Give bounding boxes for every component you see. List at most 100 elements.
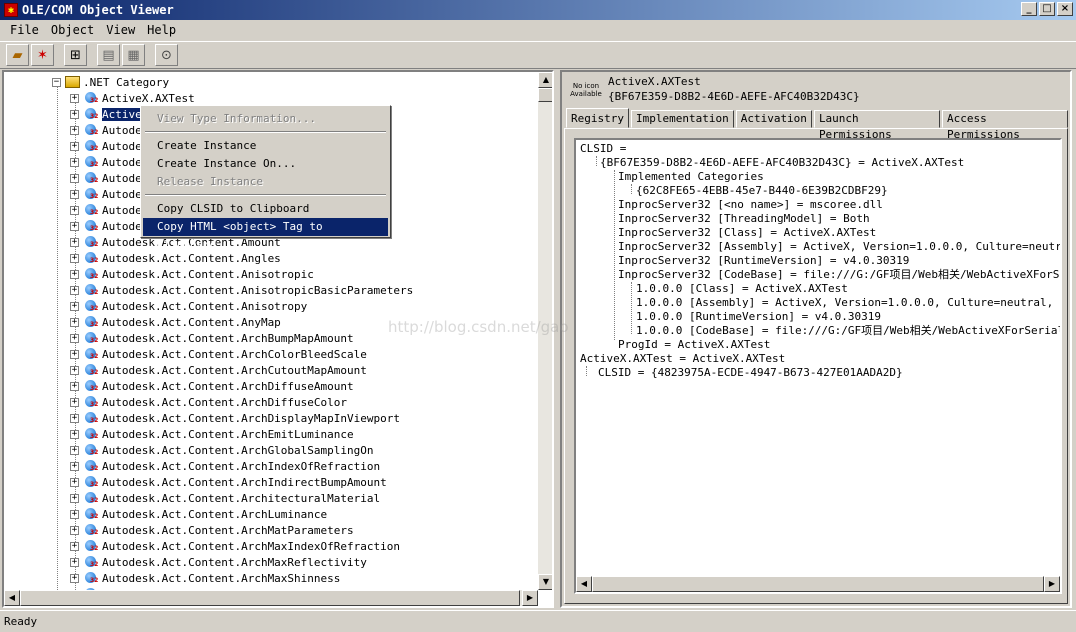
expand-icon[interactable]: + (70, 189, 79, 199)
tree-item[interactable]: +32 Autodesk.Act.Content.ArchDisplayMapIn… (70, 410, 400, 426)
tree-hscrollbar[interactable]: ◀ ▶ (4, 590, 538, 606)
tree-category-row[interactable]: − .NET Category (52, 74, 169, 90)
menu-create-instance-on[interactable]: Create Instance On... (143, 155, 388, 173)
tree-item[interactable]: +32 Autodesk.Act.Content.ArchDiffuseColor (70, 394, 347, 410)
tab-implementation[interactable]: Implementation (630, 110, 734, 128)
tree-item[interactable]: +32 Autodesk.Act.Content.ArchLuminance (70, 506, 327, 522)
registry-entry[interactable]: 1.0.0.0 [Assembly] = ActiveX, Version=1.… (636, 296, 1060, 310)
expand-icon[interactable]: + (70, 493, 79, 503)
registry-entry[interactable]: CLSID = (580, 142, 626, 156)
tree-item[interactable]: +32 Autodesk.Act.Content.ArchDiffuseAmoun… (70, 378, 354, 394)
scroll-down-icon[interactable]: ▼ (538, 574, 552, 590)
expand-icon[interactable]: + (70, 253, 79, 263)
expand-icon[interactable]: + (70, 333, 79, 343)
registry-entry[interactable]: ProgId = ActiveX.AXTest (618, 338, 770, 352)
expand-icon[interactable]: + (70, 509, 79, 519)
release-instance-icon[interactable]: ▦ (122, 44, 145, 66)
expand-icon[interactable]: + (70, 381, 79, 391)
expand-icon[interactable]: + (70, 125, 79, 135)
view-type-lib-icon[interactable]: ✶ (31, 44, 54, 66)
tree-item[interactable]: +32 Autodesk.Act.Content.ArchMatParameter… (70, 522, 354, 538)
registry-entry[interactable]: InprocServer32 [CodeBase] = file:///G:/G… (618, 268, 1060, 282)
registry-entry[interactable]: CLSID = {4823975A-ECDE-4947-B673-427E01A… (598, 366, 903, 380)
menu-copy-html-object-tag[interactable]: Copy HTML <object> Tag to Clipboard (143, 218, 388, 251)
tree-item[interactable]: +32 Autodesk.Act.Content.AnisotropicBasic… (70, 282, 413, 298)
expand-icon[interactable]: + (70, 109, 79, 119)
registry-entry[interactable]: 1.0.0.0 [RuntimeVersion] = v4.0.30319 (636, 310, 881, 324)
menu-view[interactable]: View (100, 23, 141, 37)
tab-launch-permissions[interactable]: Launch Permissions (813, 110, 940, 141)
menu-create-instance[interactable]: Create Instance (143, 137, 388, 155)
expand-icon[interactable]: + (70, 173, 79, 183)
expand-icon[interactable]: + (70, 557, 79, 567)
view-type-info-icon[interactable]: ⊙ (155, 44, 178, 66)
expand-icon[interactable]: + (70, 365, 79, 375)
registry-entry[interactable]: InprocServer32 [Class] = ActiveX.AXTest (618, 226, 876, 240)
bind-to-file-icon[interactable]: ▰ (6, 44, 29, 66)
registry-entry[interactable]: InprocServer32 [Assembly] = ActiveX, Ver… (618, 240, 1060, 254)
registry-entry[interactable]: 1.0.0.0 [CodeBase] = file:///G:/GF项目/Web… (636, 324, 1060, 338)
scroll-up-icon[interactable]: ▲ (538, 72, 552, 88)
menu-file[interactable]: File (4, 23, 45, 37)
registry-entry[interactable]: ActiveX.AXTest = ActiveX.AXTest (580, 352, 785, 366)
maximize-button[interactable]: □ (1039, 2, 1055, 16)
expand-icon[interactable]: + (70, 477, 79, 487)
expand-icon[interactable]: + (70, 349, 79, 359)
tree-item[interactable]: +32 Autodesk.Act.Content.ArchCutoutMapAmo… (70, 362, 367, 378)
expand-icon[interactable]: + (70, 221, 79, 231)
expand-icon[interactable]: + (70, 157, 79, 167)
tree-item[interactable]: +32 Autodesk.Act.Content.ArchBumpMapAmoun… (70, 330, 354, 346)
tree-item[interactable]: +32 Autodesk.Act.Content.ArchMaxReflectiv… (70, 554, 367, 570)
expand-icon[interactable]: + (70, 205, 79, 215)
expand-icon[interactable]: + (70, 269, 79, 279)
reg-scroll-left-icon[interactable]: ◀ (576, 576, 592, 592)
tree-item[interactable]: +32ActiveX.AXTest (70, 90, 195, 106)
expand-icon[interactable]: + (70, 429, 79, 439)
tree-item[interactable]: +32 Autodesk.Act.Content.Anisotropy (70, 298, 307, 314)
expand-icon[interactable]: + (70, 317, 79, 327)
expand-icon[interactable]: + (70, 413, 79, 423)
tree-item[interactable]: +32 Autodesk.Act.Content.ArchEmitLuminanc… (70, 426, 354, 442)
expand-icon[interactable]: + (70, 397, 79, 407)
scroll-right-icon[interactable]: ▶ (522, 590, 538, 606)
tree-item[interactable]: +32 Autodesk.Act.Content.ArchIndirectBump… (70, 474, 387, 490)
hscroll-thumb[interactable] (20, 590, 520, 606)
reg-scroll-right-icon[interactable]: ▶ (1044, 576, 1060, 592)
expert-mode-icon[interactable]: ⊞ (64, 44, 87, 66)
registry-entry[interactable]: {BF67E359-D8B2-4E6D-AEFE-AFC40B32D43C} =… (600, 156, 964, 170)
expand-icon[interactable]: + (70, 445, 79, 455)
registry-tree[interactable]: CLSID = {BF67E359-D8B2-4E6D-AEFE-AFC40B32… (574, 138, 1062, 594)
expand-icon[interactable]: + (70, 573, 79, 583)
registry-entry[interactable]: {62C8FE65-4EBB-45e7-B440-6E39B2CDBF29} (636, 184, 888, 198)
tab-activation[interactable]: Activation (735, 110, 812, 128)
expand-icon[interactable]: + (70, 141, 79, 151)
expand-icon[interactable]: + (70, 525, 79, 535)
expand-icon[interactable]: + (70, 301, 79, 311)
menu-copy-clsid[interactable]: Copy CLSID to Clipboard (143, 200, 388, 218)
registry-entry[interactable]: 1.0.0.0 [Class] = ActiveX.AXTest (636, 282, 848, 296)
tree-item[interactable]: +32 Autodesk.Act.Content.ArchGlobalSampli… (70, 442, 374, 458)
registry-entry[interactable]: InprocServer32 [RuntimeVersion] = v4.0.3… (618, 254, 909, 268)
expand-icon[interactable]: + (70, 461, 79, 471)
tree-item[interactable]: +32 Autodesk.Act.Content.AnyMap (70, 314, 281, 330)
scroll-thumb[interactable] (538, 88, 552, 102)
expand-icon[interactable]: + (70, 541, 79, 551)
menu-object[interactable]: Object (45, 23, 100, 37)
tree-item[interactable]: +32 Autodesk.Act.Content.ArchMaxIndexOfRe… (70, 538, 400, 554)
reg-hscroll-thumb[interactable] (592, 576, 1044, 592)
expand-icon[interactable]: + (70, 285, 79, 295)
registry-hscrollbar[interactable]: ◀ ▶ (576, 576, 1060, 592)
tree-item[interactable]: +32 Autodesk.Act.Content.ArchitecturalMat… (70, 490, 380, 506)
tab-registry[interactable]: Registry (566, 108, 629, 128)
tree-item[interactable]: +32 Autodesk.Act.Content.ArchIndexOfRefra… (70, 458, 380, 474)
collapse-icon[interactable]: − (52, 77, 61, 87)
expand-icon[interactable]: + (70, 237, 79, 247)
menu-release-instance[interactable]: Release Instance (143, 173, 388, 191)
minimize-button[interactable]: _ (1021, 2, 1037, 16)
close-button[interactable]: × (1057, 2, 1073, 16)
scroll-left-icon[interactable]: ◀ (4, 590, 20, 606)
tab-access-permissions[interactable]: Access Permissions (941, 110, 1068, 141)
menu-help[interactable]: Help (141, 23, 182, 37)
registry-entry[interactable]: InprocServer32 [ThreadingModel] = Both (618, 212, 870, 226)
menu-view-type-information[interactable]: View Type Information... (143, 110, 388, 128)
